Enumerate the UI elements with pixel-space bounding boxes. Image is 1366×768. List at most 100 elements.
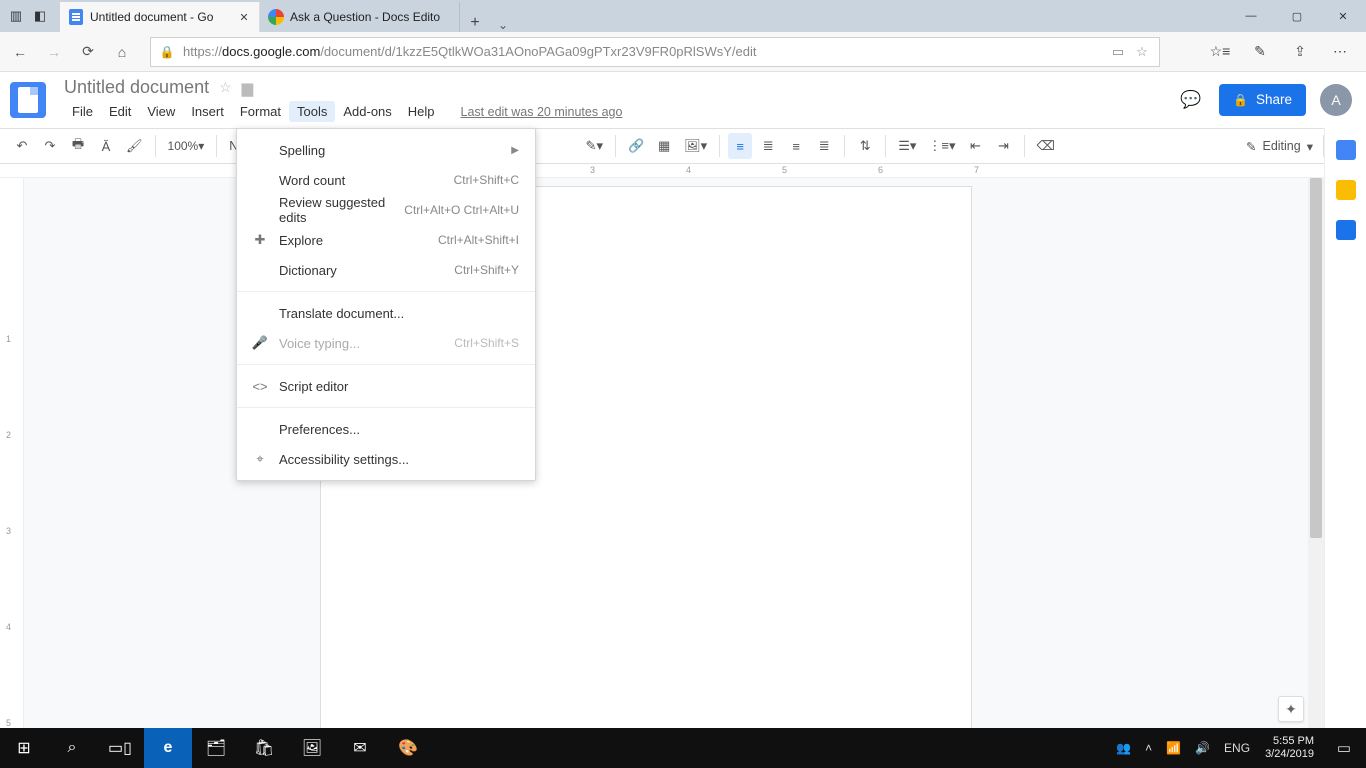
- separator: [615, 135, 616, 157]
- folder-icon[interactable]: ▆: [242, 79, 254, 97]
- tools-menu-item[interactable]: DictionaryCtrl+Shift+Y: [237, 255, 535, 285]
- tab-aside-icon[interactable]: ▥: [6, 6, 26, 26]
- vertical-scrollbar[interactable]: [1308, 178, 1324, 728]
- align-justify-icon[interactable]: ≣: [812, 133, 836, 159]
- paint-format-icon[interactable]: 🖌: [122, 133, 147, 159]
- tools-menu-item[interactable]: ✚ExploreCtrl+Alt+Shift+I: [237, 225, 535, 255]
- notes-icon[interactable]: ✎: [1248, 40, 1272, 64]
- highlight-color-icon[interactable]: ✎▾: [582, 133, 607, 159]
- tools-menu-item[interactable]: Spelling▶: [237, 135, 535, 165]
- menu-file[interactable]: File: [64, 101, 101, 122]
- tools-menu-item[interactable]: Translate document...: [237, 298, 535, 328]
- search-icon[interactable]: ⌕: [48, 728, 96, 768]
- comments-icon[interactable]: 💬: [1177, 86, 1205, 114]
- clock-date: 3/24/2019: [1265, 748, 1314, 761]
- line-spacing-icon[interactable]: ⇅: [853, 133, 877, 159]
- tab-google-docs[interactable]: Untitled document - Go ✕: [60, 2, 260, 32]
- star-icon[interactable]: ☆: [219, 79, 232, 96]
- editing-mode-button[interactable]: ✎ Editing ▾: [1246, 139, 1313, 154]
- explore-fab-icon[interactable]: ✦: [1278, 696, 1304, 722]
- reader-view-icon[interactable]: ▭: [1109, 44, 1127, 60]
- mail-icon[interactable]: ✉: [336, 728, 384, 768]
- horizontal-ruler[interactable]: 1234567: [0, 164, 1366, 178]
- vruler-tick: 1: [6, 334, 11, 344]
- share-icon[interactable]: ⇪: [1288, 40, 1312, 64]
- minimize-button[interactable]: —: [1228, 0, 1274, 32]
- tools-menu-item[interactable]: Review suggested editsCtrl+Alt+O Ctrl+Al…: [237, 195, 535, 225]
- action-center-icon[interactable]: ▭: [1322, 739, 1366, 757]
- tools-menu-item[interactable]: Preferences...: [237, 414, 535, 444]
- browser-tabs: Untitled document - Go ✕ Ask a Question …: [60, 0, 516, 32]
- share-button[interactable]: 🔒 Share: [1219, 84, 1306, 116]
- last-edit-link[interactable]: Last edit was 20 minutes ago: [461, 105, 623, 119]
- home-button[interactable]: ⌂: [110, 40, 134, 64]
- spellcheck-icon[interactable]: Ӑ: [94, 133, 118, 159]
- tools-menu-item[interactable]: ⌖Accessibility settings...: [237, 444, 535, 474]
- people-icon[interactable]: 👥: [1109, 728, 1138, 768]
- tab-list-chevron-icon[interactable]: ⌄: [490, 18, 516, 32]
- volume-icon[interactable]: 🔊: [1188, 728, 1217, 768]
- menu-addons[interactable]: Add-ons: [335, 101, 399, 122]
- docs-logo-icon[interactable]: [10, 82, 46, 118]
- close-window-button[interactable]: ✕: [1320, 0, 1366, 32]
- maximize-button[interactable]: ▢: [1274, 0, 1320, 32]
- scrollbar-thumb[interactable]: [1310, 178, 1322, 538]
- new-tab-button[interactable]: +: [460, 14, 490, 32]
- menu-help[interactable]: Help: [400, 101, 443, 122]
- account-avatar[interactable]: A: [1320, 84, 1352, 116]
- tab-aside-add-icon[interactable]: ◧: [30, 6, 50, 26]
- vertical-ruler[interactable]: 123456: [0, 178, 24, 728]
- more-icon[interactable]: ⋯: [1328, 40, 1352, 64]
- align-right-icon[interactable]: ≡: [784, 133, 808, 159]
- menu-tools[interactable]: Tools: [289, 101, 335, 122]
- menu-separator: [237, 364, 535, 365]
- tab-docs-help[interactable]: Ask a Question - Docs Edito: [260, 2, 460, 32]
- file-explorer-icon[interactable]: 🗂: [192, 728, 240, 768]
- address-bar[interactable]: 🔒 https://docs.google.com/document/d/1kz…: [150, 37, 1160, 67]
- redo-icon[interactable]: ↷: [38, 133, 62, 159]
- forward-button[interactable]: →: [42, 40, 66, 64]
- insert-image-icon[interactable]: 🖼▾: [680, 133, 711, 159]
- menu-edit[interactable]: Edit: [101, 101, 139, 122]
- refresh-button[interactable]: ⟳: [76, 40, 100, 64]
- menu-format[interactable]: Format: [232, 101, 289, 122]
- edge-taskbar-icon[interactable]: e: [144, 728, 192, 768]
- tools-menu-item[interactable]: Word countCtrl+Shift+C: [237, 165, 535, 195]
- language-indicator[interactable]: ENG: [1217, 728, 1257, 768]
- align-left-icon[interactable]: ≡: [728, 133, 752, 159]
- app-icon[interactable]: 🎨: [384, 728, 432, 768]
- favorites-icon[interactable]: ☆≡: [1208, 40, 1232, 64]
- document-title[interactable]: Untitled document: [64, 77, 209, 98]
- back-button[interactable]: ←: [8, 40, 32, 64]
- insert-link-icon[interactable]: 🔗: [624, 133, 648, 159]
- close-tab-icon[interactable]: ✕: [237, 10, 251, 24]
- calendar-addon-icon[interactable]: [1336, 140, 1356, 160]
- undo-icon[interactable]: ↶: [10, 133, 34, 159]
- zoom-select[interactable]: 100% ▾: [164, 133, 209, 159]
- task-view-icon[interactable]: ▭▯: [96, 728, 144, 768]
- vruler-tick: 5: [6, 718, 11, 728]
- taskbar-clock[interactable]: 5:55 PM 3/24/2019: [1257, 735, 1322, 761]
- tasks-addon-icon[interactable]: [1336, 220, 1356, 240]
- tools-menu-item[interactable]: <>Script editor: [237, 371, 535, 401]
- start-button[interactable]: ⊞: [0, 728, 48, 768]
- print-icon[interactable]: 🖶: [66, 133, 90, 159]
- menu-insert[interactable]: Insert: [183, 101, 232, 122]
- store-icon[interactable]: 🛍: [240, 728, 288, 768]
- keep-addon-icon[interactable]: [1336, 180, 1356, 200]
- decrease-indent-icon[interactable]: ⇤: [964, 133, 988, 159]
- clear-formatting-icon[interactable]: ⌫: [1033, 133, 1059, 159]
- photos-icon[interactable]: 🖼: [288, 728, 336, 768]
- favorite-star-icon[interactable]: ☆: [1133, 44, 1151, 60]
- wifi-icon[interactable]: 📶: [1159, 728, 1188, 768]
- menu-view[interactable]: View: [139, 101, 183, 122]
- numbered-list-icon[interactable]: ☰▾: [894, 133, 920, 159]
- tray-chevron-icon[interactable]: ˄: [1138, 728, 1159, 768]
- bulleted-list-icon[interactable]: ⋮≡▾: [924, 133, 959, 159]
- lock-icon: 🔒: [159, 45, 175, 59]
- separator: [719, 135, 720, 157]
- align-center-icon[interactable]: ≣: [756, 133, 780, 159]
- increase-indent-icon[interactable]: ⇥: [992, 133, 1016, 159]
- insert-comment-icon[interactable]: ▦: [652, 133, 676, 159]
- menu-item-icon: 🎤: [251, 335, 269, 351]
